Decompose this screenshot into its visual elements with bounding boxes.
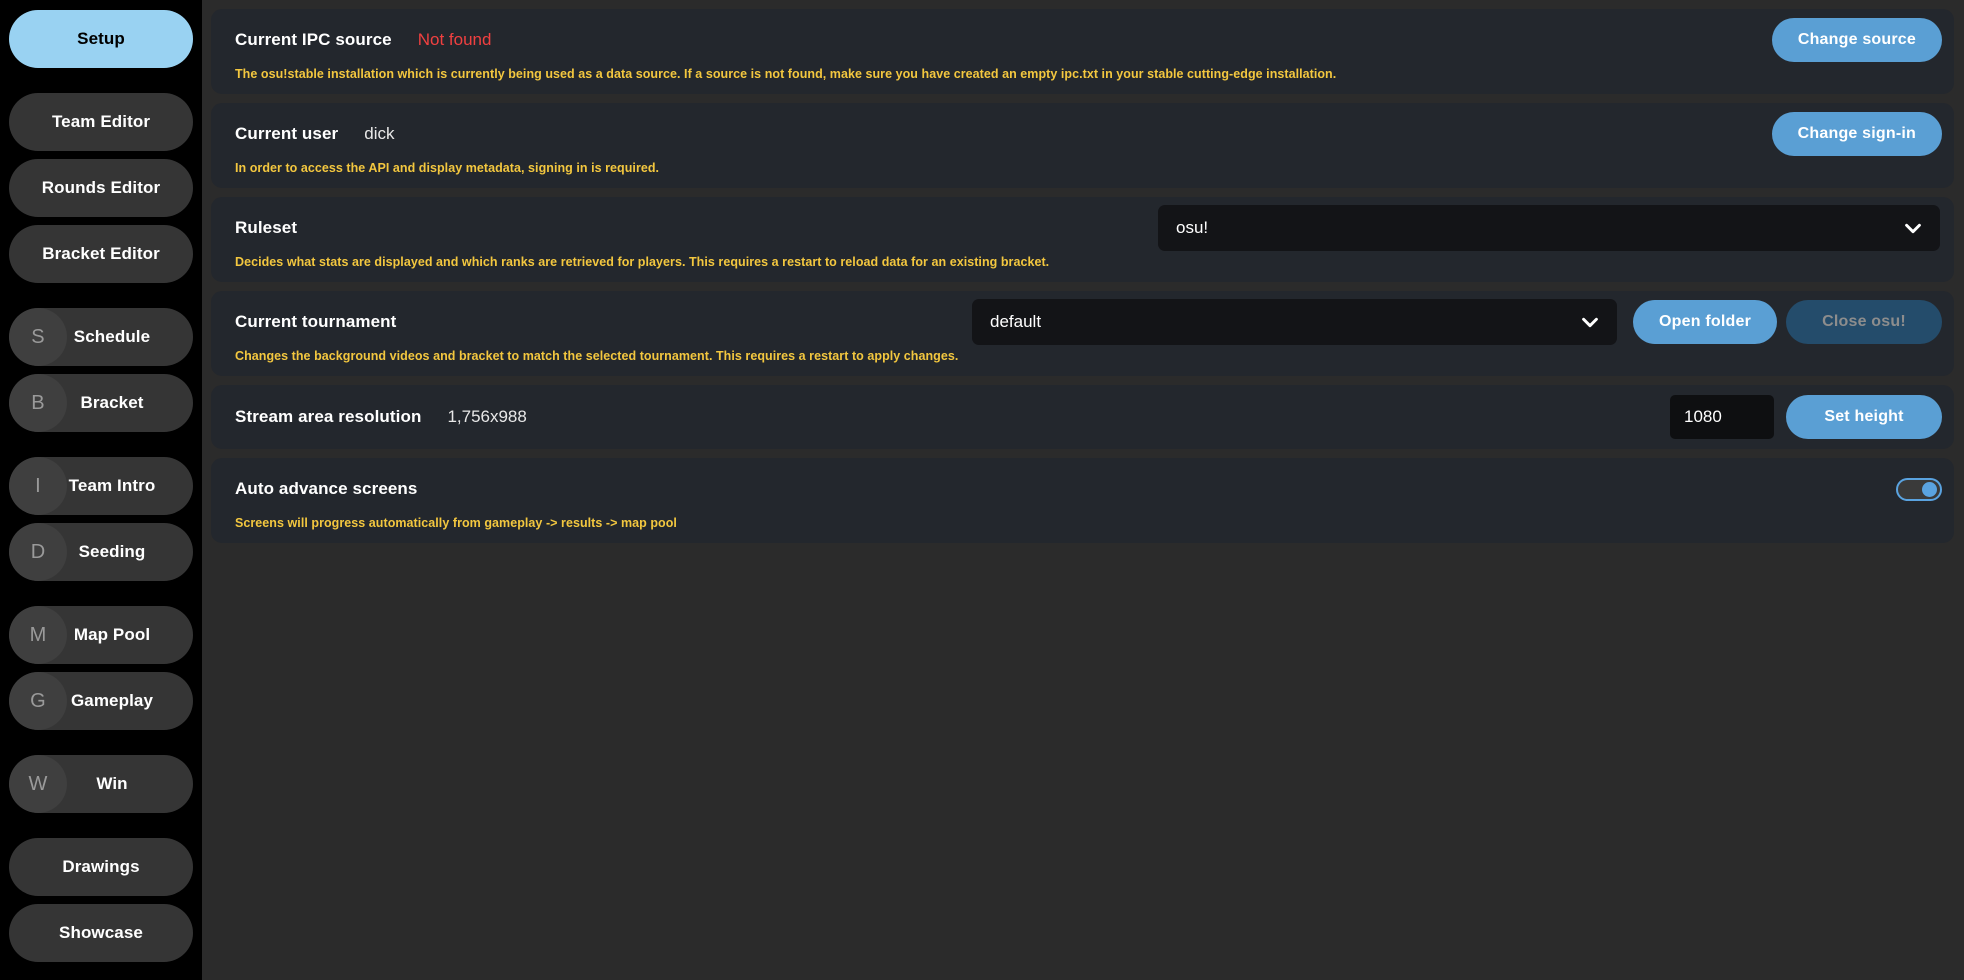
sidebar-item-label: Showcase [59,923,143,942]
row-current-tournament: Current tournament default Open folder C… [211,291,1954,376]
sidebar-item-drawings[interactable]: Drawings [9,838,193,896]
stream-resolution-value: 1,756x988 [447,407,527,426]
sidebar-item-win[interactable]: W Win [9,755,193,813]
row-auto-advance: Auto advance screens Screens will progre… [211,458,1954,543]
current-tournament-label: Current tournament [235,312,397,331]
row-ruleset: Ruleset osu! Decides what stats are disp… [211,197,1954,282]
sidebar-item-schedule[interactable]: S Schedule [9,308,193,366]
sidebar-item-label: Seeding [78,542,146,561]
tournament-dropdown[interactable]: default [972,299,1618,345]
ipc-source-status: Not found [417,30,492,49]
sidebar-item-bracket-editor[interactable]: Bracket Editor [9,225,193,283]
sidebar-item-gap [9,151,193,159]
stream-height-input[interactable] [1670,395,1774,439]
toggle-knob [1922,481,1937,497]
change-sign-in-button[interactable]: Change sign-in [1771,112,1942,156]
sidebar-item-gap [9,217,193,225]
sidebar-item-gap [9,664,193,672]
sidebar-item-label: Schedule [73,327,151,346]
row-auto-advance-content: Auto advance screens [211,458,1954,520]
chevron-down-icon [1579,311,1601,333]
row-current-user: Current user dick Change sign-in In orde… [211,103,1954,188]
auto-advance-label: Auto advance screens [235,479,418,498]
sidebar-item-gap [9,515,193,523]
stream-resolution-label: Stream area resolution [235,407,422,426]
sidebar-item-team-intro[interactable]: I Team Intro [9,457,193,515]
sidebar-item-gap [9,366,193,374]
row-current-tournament-content: Current tournament default Open folder C… [211,291,1954,353]
sidebar-item-showcase[interactable]: Showcase [9,904,193,962]
close-osu-button[interactable]: Close osu! [1786,300,1942,344]
current-tournament-description: Changes the background videos and bracke… [235,349,959,363]
sidebar-item-label: Bracket [80,393,144,412]
ruleset-label: Ruleset [235,218,298,237]
sidebar-item-rounds-editor[interactable]: Rounds Editor [9,159,193,217]
current-user-label: Current user [235,124,339,143]
current-user-description: In order to access the API and display m… [235,161,660,175]
sidebar-item-label: Setup [77,29,125,48]
set-height-button[interactable]: Set height [1786,395,1942,439]
ipc-source-label: Current IPC source [235,30,392,49]
auto-advance-description: Screens will progress automatically from… [235,516,677,530]
sidebar-item-team-editor[interactable]: Team Editor [9,93,193,151]
sidebar-item-gameplay[interactable]: G Gameplay [9,672,193,730]
sidebar-item-gap [9,896,193,904]
ruleset-selected-value: osu! [1176,218,1209,237]
sidebar-item-label: Team Editor [51,112,151,131]
sidebar-item-label: Gameplay [70,691,154,710]
sidebar-item-label: Win [96,774,128,793]
ruleset-description: Decides what stats are displayed and whi… [235,255,1050,269]
chevron-down-icon [1902,217,1924,239]
row-ipc-source-content: Current IPC source Not found Change sour… [211,9,1954,71]
change-source-button[interactable]: Change source [1771,18,1942,62]
sidebar-item-map-pool[interactable]: M Map Pool [9,606,193,664]
tournament-selected-value: default [990,312,1042,331]
open-folder-button[interactable]: Open folder [1633,300,1777,344]
settings-panel: Current IPC source Not found Change sour… [202,0,1964,980]
sidebar-item-label: Team Intro [68,476,156,495]
sidebar-item-label: Rounds Editor [41,178,161,197]
row-stream-resolution-content: Stream area resolution 1,756x988 Set hei… [211,385,1954,449]
current-user-value: dick [364,124,395,143]
sidebar-item-label: Map Pool [73,625,151,644]
sidebar-item-bracket[interactable]: B Bracket [9,374,193,432]
ruleset-dropdown[interactable]: osu! [1158,205,1940,251]
sidebar-item-label: Bracket Editor [42,244,160,263]
sidebar-item-seeding[interactable]: D Seeding [9,523,193,581]
auto-advance-toggle[interactable] [1896,477,1942,501]
row-current-user-content: Current user dick Change sign-in [211,103,1954,165]
app-window: Setup Team Editor Rounds Editor Bracket … [0,0,1964,980]
sidebar-item-label: Drawings [62,857,140,876]
row-stream-resolution: Stream area resolution 1,756x988 Set hei… [211,385,1954,449]
row-ipc-source: Current IPC source Not found Change sour… [211,9,1954,94]
row-ruleset-content: Ruleset osu! [211,197,1954,259]
sidebar: Setup Team Editor Rounds Editor Bracket … [0,0,202,980]
ipc-source-description: The osu!stable installation which is cur… [235,67,1337,81]
shortcut-badge-icon: W [9,755,67,813]
sidebar-item-setup[interactable]: Setup [9,10,193,68]
